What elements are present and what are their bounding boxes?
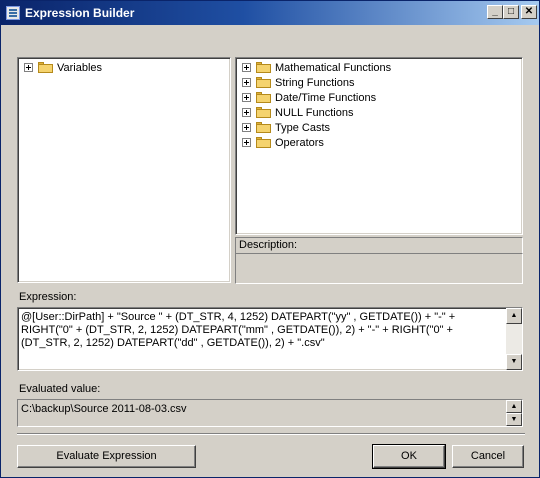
tree-item-mathematical-functions[interactable]: Mathematical Functions (242, 60, 391, 75)
expand-icon[interactable] (242, 93, 251, 102)
scroll-up-button[interactable]: ▲ (506, 400, 522, 413)
app-icon (6, 6, 20, 20)
variables-tree[interactable]: Variables (17, 57, 231, 283)
window-title: Expression Builder (25, 6, 135, 20)
expression-scrollbar[interactable]: ▲ ▼ (506, 308, 522, 370)
folder-icon (256, 77, 271, 88)
tree-item-label: Date/Time Functions (275, 91, 377, 104)
expression-label: Expression: (19, 291, 77, 303)
expand-icon[interactable] (242, 123, 251, 132)
folder-icon (256, 92, 271, 103)
folder-icon (256, 62, 271, 73)
tree-item-null-functions[interactable]: NULL Functions (242, 105, 353, 120)
title-bar[interactable]: Expression Builder _ □ ✕ (1, 1, 539, 25)
scroll-down-button[interactable]: ▼ (506, 413, 522, 426)
expand-icon[interactable] (24, 63, 33, 72)
tree-item-label: Type Casts (275, 121, 331, 134)
expand-icon[interactable] (242, 63, 251, 72)
expression-textbox[interactable]: @[User::DirPath] + "Source " + (DT_STR, … (17, 307, 523, 371)
tree-item-label: Variables (57, 61, 103, 74)
tree-item-label: NULL Functions (275, 106, 354, 119)
expand-icon[interactable] (242, 138, 251, 147)
tree-item-label: String Functions (275, 76, 355, 89)
maximize-button[interactable]: □ (503, 5, 519, 19)
tree-item-datetime-functions[interactable]: Date/Time Functions (242, 90, 376, 105)
evaluate-expression-button[interactable]: Evaluate Expression (17, 445, 196, 468)
description-panel (235, 254, 523, 284)
evaluated-value-label: Evaluated value: (19, 383, 101, 395)
folder-icon (256, 137, 271, 148)
tree-item-operators[interactable]: Operators (242, 135, 324, 150)
scroll-down-button[interactable]: ▼ (506, 354, 522, 370)
cancel-button[interactable]: Cancel (452, 445, 524, 468)
tree-item-label: Mathematical Functions (275, 61, 392, 74)
evaluated-value-box: C:\backup\Source 2011-08-03.csv ▲ ▼ (17, 399, 523, 427)
tree-item-label: Operators (275, 136, 324, 149)
minimize-button[interactable]: _ (487, 5, 503, 19)
close-button[interactable]: ✕ (521, 5, 537, 19)
separator (17, 433, 525, 435)
functions-tree[interactable]: Mathematical Functions String Functions … (235, 57, 523, 235)
folder-icon (38, 62, 53, 73)
scroll-up-button[interactable]: ▲ (506, 308, 522, 324)
folder-icon (256, 107, 271, 118)
folder-icon (256, 122, 271, 133)
description-label: Description: (235, 237, 523, 254)
expand-icon[interactable] (242, 108, 251, 117)
tree-item-type-casts[interactable]: Type Casts (242, 120, 330, 135)
expression-builder-window: Expression Builder _ □ ✕ Variables Mathe… (0, 0, 540, 478)
evaluated-scrollbar[interactable]: ▲ ▼ (506, 400, 522, 426)
ok-button[interactable]: OK (372, 444, 446, 469)
expand-icon[interactable] (242, 78, 251, 87)
expression-text[interactable]: @[User::DirPath] + "Source " + (DT_STR, … (21, 311, 505, 350)
tree-item-variables[interactable]: Variables (24, 60, 102, 75)
evaluated-value-text: C:\backup\Source 2011-08-03.csv (21, 403, 187, 415)
tree-item-string-functions[interactable]: String Functions (242, 75, 354, 90)
